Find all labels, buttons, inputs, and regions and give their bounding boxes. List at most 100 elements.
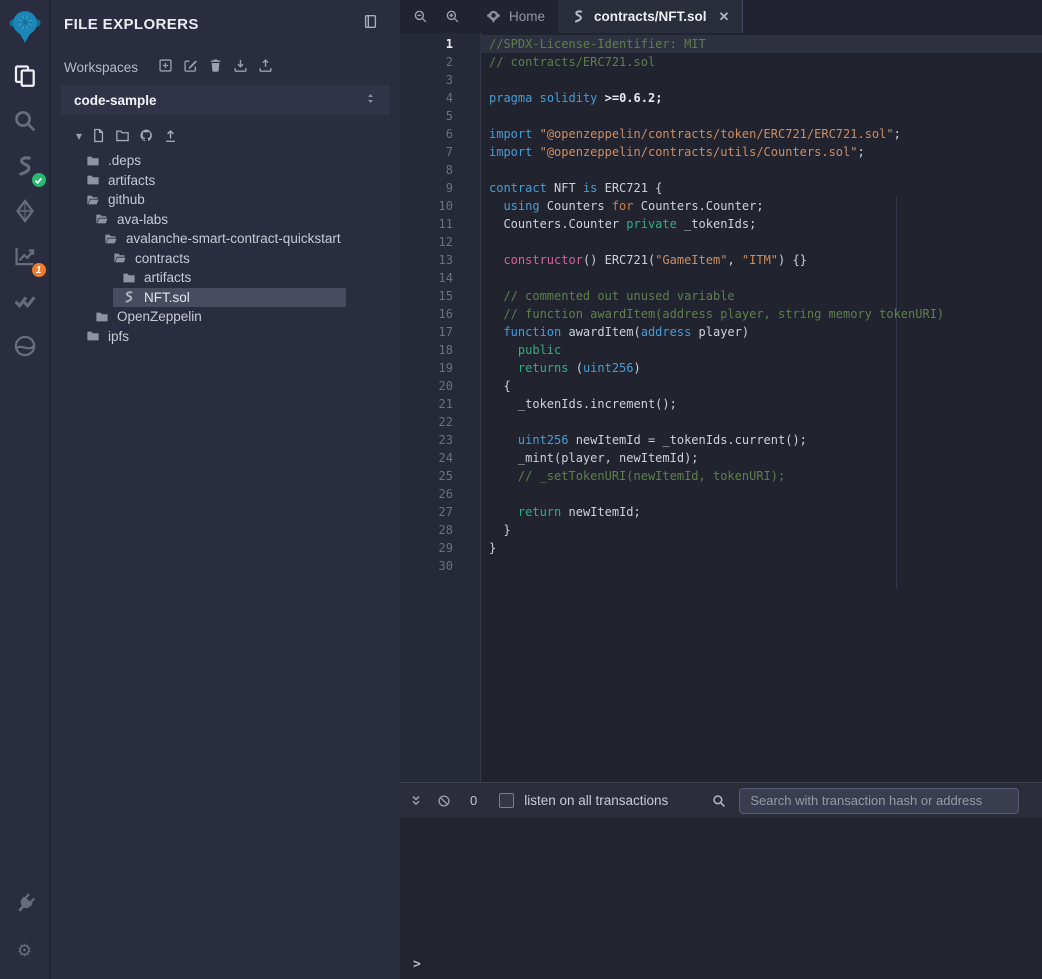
code-text: Counters.Counter private _tokenIds; — [480, 215, 1042, 233]
plug-icon — [13, 892, 37, 921]
zoom-in-button[interactable] — [445, 9, 460, 24]
code-text: } — [480, 521, 1042, 539]
code-line-9: 9contract NFT is ERC721 { — [400, 179, 1042, 197]
tree-item-avalanche-smart-contract-quickstart[interactable]: avalanche-smart-contract-quickstart — [51, 229, 400, 249]
code-line-7: 7import "@openzeppelin/contracts/utils/C… — [400, 143, 1042, 161]
code-editor[interactable]: 1//SPDX-License-Identifier: MIT2// contr… — [400, 33, 1042, 782]
remix-logo[interactable] — [6, 6, 44, 48]
sidebar-icon-settings[interactable]: ⚙ — [10, 935, 40, 965]
sidebar-icon-file-explorer[interactable] — [10, 63, 40, 93]
sidebar-icon-solidity-unit-testing[interactable] — [10, 288, 40, 318]
clone-github-icon[interactable] — [139, 128, 154, 143]
code-text: public — [480, 341, 1042, 359]
remix-ide-app: 1 ⚙ FILE EXPLORERS Workspaces code-sampl… — [0, 0, 1042, 979]
terminal-toolbar: 0 listen on all transactions — [400, 782, 1042, 818]
code-line-21: 21 _tokenIds.increment(); — [400, 395, 1042, 413]
tree-item-label: artifacts — [144, 270, 191, 285]
code-text: //SPDX-License-Identifier: MIT — [480, 35, 1042, 53]
tab-contracts-nft-sol[interactable]: contracts/NFT.sol✕ — [558, 0, 743, 33]
terminal-search-input[interactable] — [739, 788, 1019, 814]
tree-item-openzeppelin[interactable]: OpenZeppelin — [51, 307, 400, 327]
line-number: 29 — [400, 539, 480, 557]
sidebar-icon-plugin-sphere[interactable] — [10, 333, 40, 363]
line-number: 14 — [400, 269, 480, 287]
code-line-27: 27 return newItemId; — [400, 503, 1042, 521]
terminal-prompt: > — [413, 957, 421, 972]
tree-item-artifacts[interactable]: artifacts — [51, 171, 400, 191]
line-number: 2 — [400, 53, 480, 71]
listen-transactions-checkbox[interactable] — [499, 793, 514, 808]
solidity-icon — [122, 290, 136, 304]
sidebar-icon-search[interactable] — [10, 108, 40, 138]
tree-item-nft-sol[interactable]: NFT.sol — [113, 288, 346, 308]
expand-terminal-icon[interactable] — [409, 794, 423, 808]
book-icon[interactable] — [363, 14, 378, 34]
tree-item-label: NFT.sol — [144, 290, 190, 305]
sidebar-icon-statistics[interactable]: 1 — [10, 243, 40, 273]
code-text — [480, 557, 1042, 575]
settings-icon: ⚙ — [17, 942, 32, 959]
notification-badge: 1 — [31, 262, 47, 278]
code-text: // contracts/ERC721.sol — [480, 53, 1042, 71]
code-line-5: 5 — [400, 107, 1042, 125]
sidebar-icon-solidity-compiler[interactable] — [10, 153, 40, 183]
tree-item-label: github — [108, 192, 145, 207]
code-line-26: 26 — [400, 485, 1042, 503]
line-number: 15 — [400, 287, 480, 305]
caret-updown-icon — [364, 92, 377, 108]
code-text: import "@openzeppelin/contracts/utils/Co… — [480, 143, 1042, 161]
code-text: import "@openzeppelin/contracts/token/ER… — [480, 125, 1042, 143]
tree-item-contracts[interactable]: contracts — [51, 249, 400, 269]
tree-item-ipfs[interactable]: ipfs — [51, 327, 400, 347]
code-text: } — [480, 539, 1042, 557]
code-text: return newItemId; — [480, 503, 1042, 521]
workspace-select[interactable]: code-sample — [61, 85, 390, 115]
sidebar-icon-deploy-and-run[interactable] — [10, 198, 40, 228]
code-text: using Counters for Counters.Counter; — [480, 197, 1042, 215]
tree-item--deps[interactable]: .deps — [51, 151, 400, 171]
close-tab-icon[interactable]: ✕ — [719, 9, 730, 25]
line-number: 20 — [400, 377, 480, 395]
code-line-20: 20 { — [400, 377, 1042, 395]
tree-item-label: artifacts — [108, 173, 155, 188]
new-folder-icon[interactable] — [115, 128, 130, 143]
unit-testing-icon — [13, 289, 37, 318]
code-line-8: 8 — [400, 161, 1042, 179]
tab-home[interactable]: Home — [473, 0, 558, 33]
delete-workspace-icon[interactable] — [208, 58, 223, 76]
tree-item-ava-labs[interactable]: ava-labs — [51, 210, 400, 230]
code-line-2: 2// contracts/ERC721.sol — [400, 53, 1042, 71]
line-number: 5 — [400, 107, 480, 125]
upload-file-icon[interactable] — [163, 128, 178, 143]
folder-closed-icon — [95, 310, 109, 324]
new-file-icon[interactable] — [91, 128, 106, 143]
tree-item-label: .deps — [108, 153, 141, 168]
line-number: 16 — [400, 305, 480, 323]
sphere-icon — [13, 334, 37, 363]
code-text — [480, 413, 1042, 431]
code-line-6: 6import "@openzeppelin/contracts/token/E… — [400, 125, 1042, 143]
code-text: constructor() ERC721("GameItem", "ITM") … — [480, 251, 1042, 269]
zoom-out-button[interactable] — [413, 9, 428, 24]
deploy-run-icon — [13, 199, 37, 228]
code-line-10: 10 using Counters for Counters.Counter; — [400, 197, 1042, 215]
code-text — [480, 71, 1042, 89]
tree-item-github[interactable]: github — [51, 190, 400, 210]
download-workspace-icon[interactable] — [233, 58, 248, 76]
rename-workspace-icon[interactable] — [183, 58, 198, 76]
line-number: 8 — [400, 161, 480, 179]
code-line-4: 4pragma solidity >=0.6.2; — [400, 89, 1042, 107]
restore-workspace-icon[interactable] — [258, 58, 273, 76]
code-line-3: 3 — [400, 71, 1042, 89]
code-text: returns (uint256) — [480, 359, 1042, 377]
clear-console-icon[interactable] — [437, 794, 451, 808]
code-text — [480, 161, 1042, 179]
code-text: pragma solidity >=0.6.2; — [480, 89, 1042, 107]
collapse-tree-icon[interactable]: ▾ — [76, 130, 82, 142]
tree-item-artifacts[interactable]: artifacts — [51, 268, 400, 288]
line-number: 24 — [400, 449, 480, 467]
terminal-output[interactable]: > — [400, 818, 1042, 979]
sidebar-icon-plugin-manager[interactable] — [10, 891, 40, 921]
create-workspace-icon[interactable] — [158, 58, 173, 76]
code-line-15: 15 // commented out unused variable — [400, 287, 1042, 305]
